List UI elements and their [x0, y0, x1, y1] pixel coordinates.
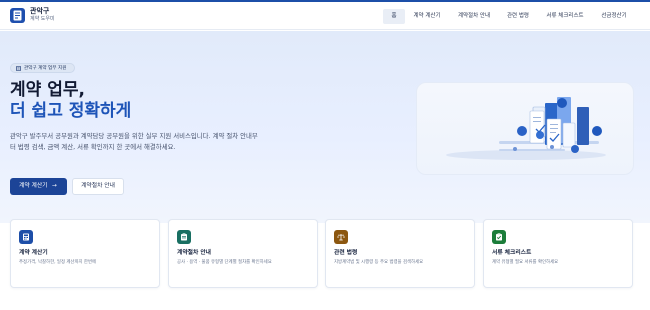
nav-advance-settlement[interactable]: 선금정산기	[594, 9, 634, 24]
feature-card-title: 계약절차 안내	[177, 250, 212, 256]
feature-card-description: 추정가격, 낙찰하한, 일정 계산까지 한번에	[19, 260, 97, 265]
clipboard-icon	[177, 230, 191, 244]
feature-card-laws[interactable]: 관련 법령 지방계약법 및 시행령 등 주요 법령을 검색하세요	[325, 219, 475, 288]
feature-card-title: 계약 계산기	[19, 250, 48, 256]
contract-calculator-button-label: 계약 계산기	[19, 183, 48, 189]
brand-subtitle: 계약 도우미	[30, 16, 55, 22]
feature-card-description: 공사 · 용역 · 물품 유형별 단계별 절차를 확인하세요	[177, 260, 272, 265]
calculator-icon	[19, 230, 33, 244]
contract-documents-illustration	[446, 97, 606, 160]
hero-description: 관악구 발주부서 공무원과 계약담당 공무원을 위한 실무 지원 서비스입니다.…	[10, 132, 258, 152]
nav-related-laws[interactable]: 관련 법령	[501, 9, 535, 24]
feature-card-description: 지방계약법 및 시행령 등 주요 법령을 검색하세요	[334, 260, 424, 265]
hero-title-line2: 더 쉽고 정확하게	[10, 101, 132, 121]
arrow-right-icon: →	[52, 183, 57, 189]
law-icon	[334, 230, 348, 244]
contract-calculator-button[interactable]: 계약 계산기 →	[10, 178, 67, 195]
feature-card-calculator[interactable]: 계약 계산기 추정가격, 낙찰하한, 일정 계산까지 한번에	[10, 219, 160, 288]
feature-card-title: 서류 체크리스트	[492, 250, 532, 256]
nav-contract-calculator[interactable]: 계약 계산기	[407, 9, 447, 24]
brand-title[interactable]: 관악구	[30, 7, 49, 15]
hero-title-line1: 계약 업무,	[10, 80, 85, 100]
hero-badge-text: 관악구 계약 업무 지원	[24, 66, 67, 71]
hero-badge: 관악구 계약 업무 지원	[10, 63, 75, 73]
feature-card-description: 계약 유형별 필요 서류를 확인하세요	[492, 260, 559, 265]
feature-card-title: 관련 법령	[334, 250, 358, 256]
feature-card-checklist[interactable]: 서류 체크리스트 계약 유형별 필요 서류를 확인하세요	[483, 219, 633, 288]
nav-contract-procedure[interactable]: 계약절차 안내	[450, 9, 498, 24]
contract-procedure-button[interactable]: 계약절차 안내	[72, 178, 124, 195]
hero-illustration	[416, 82, 634, 175]
feature-card-procedure[interactable]: 계약절차 안내 공사 · 용역 · 물품 유형별 단계별 절차를 확인하세요	[168, 219, 318, 288]
site-header: 관악구 계약 도우미 홈 계약 계산기 계약절차 안내 관련 법령 서류 체크리…	[0, 2, 650, 30]
document-icon	[16, 66, 21, 71]
checklist-icon	[492, 230, 506, 244]
nav-document-checklist[interactable]: 서류 체크리스트	[538, 9, 592, 24]
nav-home[interactable]: 홈	[383, 9, 405, 24]
brand-logo-icon[interactable]	[10, 8, 25, 23]
